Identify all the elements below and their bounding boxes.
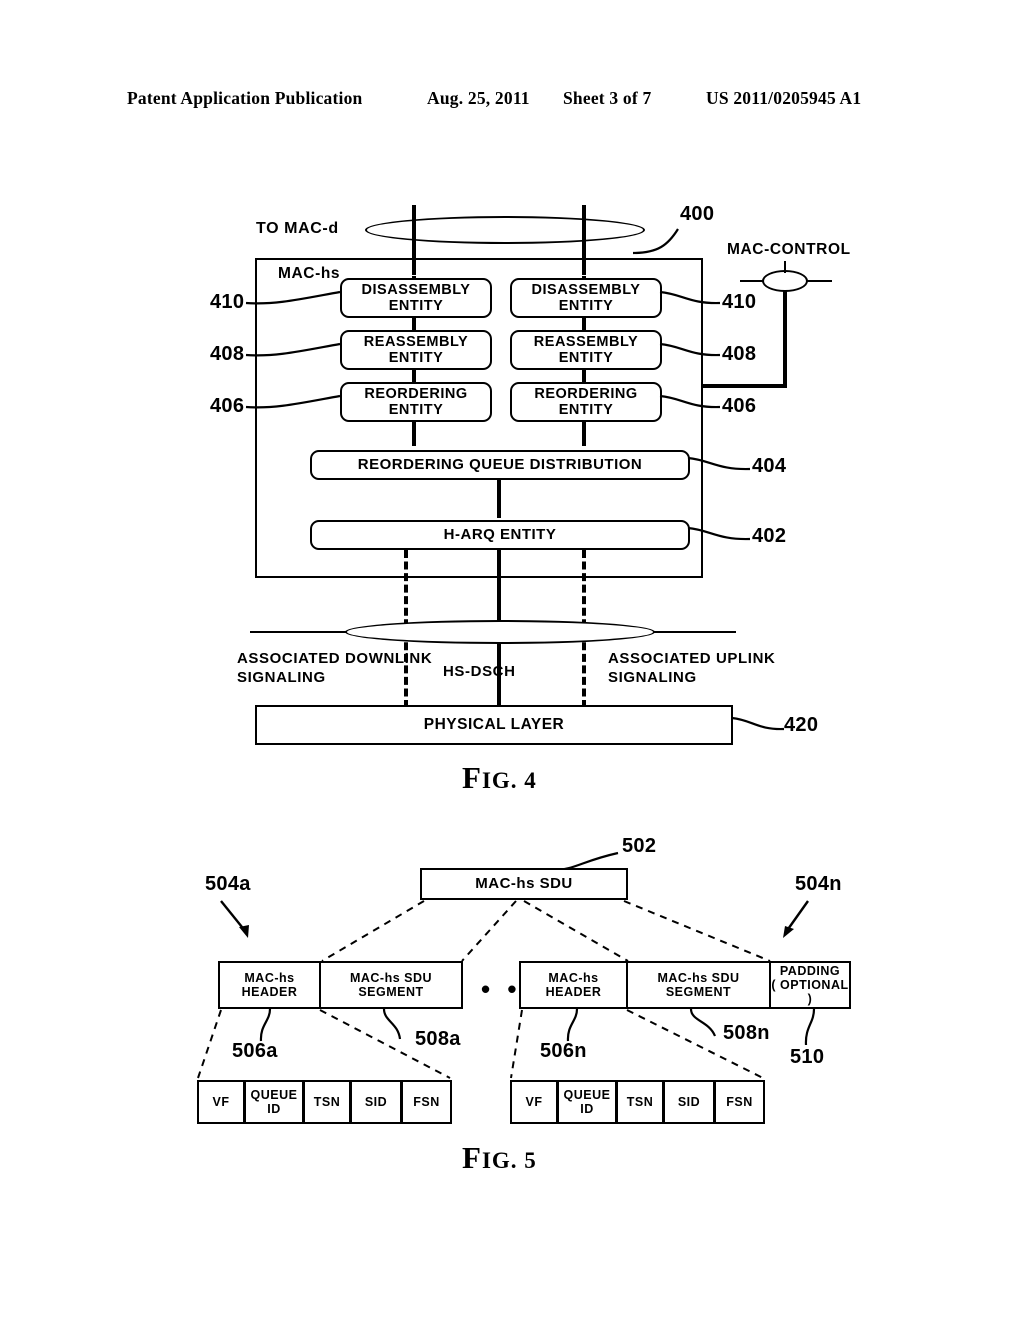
mac-hs-header-left-label: MAC-hs HEADER — [241, 971, 298, 999]
field-right-queue-id-label: QUEUE ID — [563, 1088, 611, 1116]
ref-508n-leader — [689, 1008, 717, 1037]
mac-hs-sdu-segment-left-block: MAC-hs SDU SEGMENT — [319, 961, 463, 1009]
header-right-expansion-lines — [510, 1009, 764, 1079]
ref-506a-leader — [259, 1008, 272, 1042]
padding-label: PADDING( OPTIONAL ) — [771, 964, 849, 1006]
field-left-vf: VF — [197, 1080, 245, 1124]
ref-510-leader — [804, 1008, 816, 1046]
mac-hs-sdu-label: MAC-hs SDU — [475, 874, 573, 892]
field-right-vf: VF — [510, 1080, 558, 1124]
sdu-expansion-lines — [321, 900, 771, 962]
field-right-vf-label: VF — [525, 1095, 543, 1109]
mac-hs-sdu-segment-right-label: MAC-hs SDU SEGMENT — [657, 971, 740, 999]
field-left-tsn: TSN — [303, 1080, 351, 1124]
mac-hs-header-right-label: MAC-hs HEADER — [545, 971, 602, 999]
field-left-sid-label: SID — [364, 1095, 388, 1109]
field-right-sid-label: SID — [677, 1095, 701, 1109]
ref-504a-arrow — [220, 900, 249, 938]
figure-5-caption: FIG. 5 — [462, 1140, 537, 1175]
field-left-vf-label: VF — [212, 1095, 230, 1109]
field-right-tsn-label: TSN — [626, 1095, 654, 1109]
ref-510: 510 — [790, 1046, 825, 1068]
field-left-fsn-label: FSN — [413, 1095, 440, 1109]
field-right-fsn-label: FSN — [726, 1095, 753, 1109]
ref-508n: 508n — [723, 1022, 770, 1044]
ref-504n: 504n — [795, 873, 842, 895]
field-right-queue-id: QUEUE ID — [557, 1080, 617, 1124]
field-left-queue-id-label: QUEUE ID — [250, 1088, 298, 1116]
field-right-fsn: FSN — [714, 1080, 765, 1124]
ref-504a: 504a — [205, 873, 251, 895]
field-left-sid: SID — [350, 1080, 402, 1124]
mac-hs-sdu-segment-left-label: MAC-hs SDU SEGMENT — [349, 971, 433, 999]
ref-504n-arrow — [783, 900, 809, 938]
ref-506n: 506n — [540, 1040, 587, 1062]
mac-hs-header-left-block: MAC-hs HEADER — [218, 961, 321, 1009]
field-right-sid: SID — [663, 1080, 715, 1124]
mac-hs-sdu-segment-right-block: MAC-hs SDU SEGMENT — [626, 961, 771, 1009]
ref-506n-leader — [566, 1008, 579, 1042]
mac-hs-header-right-block: MAC-hs HEADER — [519, 961, 628, 1009]
ref-508a: 508a — [415, 1028, 461, 1050]
figure-5: 502 MAC-hs SDU 504a 504n MAC-hs HEADER M… — [0, 0, 1024, 1320]
field-left-fsn: FSN — [401, 1080, 452, 1124]
ref-508a-leader — [382, 1008, 402, 1040]
field-left-queue-id: QUEUE ID — [244, 1080, 304, 1124]
padding-block: PADDING( OPTIONAL ) — [769, 961, 851, 1009]
ref-506a: 506a — [232, 1040, 278, 1062]
field-left-tsn-label: TSN — [313, 1095, 341, 1109]
field-right-tsn: TSN — [616, 1080, 664, 1124]
